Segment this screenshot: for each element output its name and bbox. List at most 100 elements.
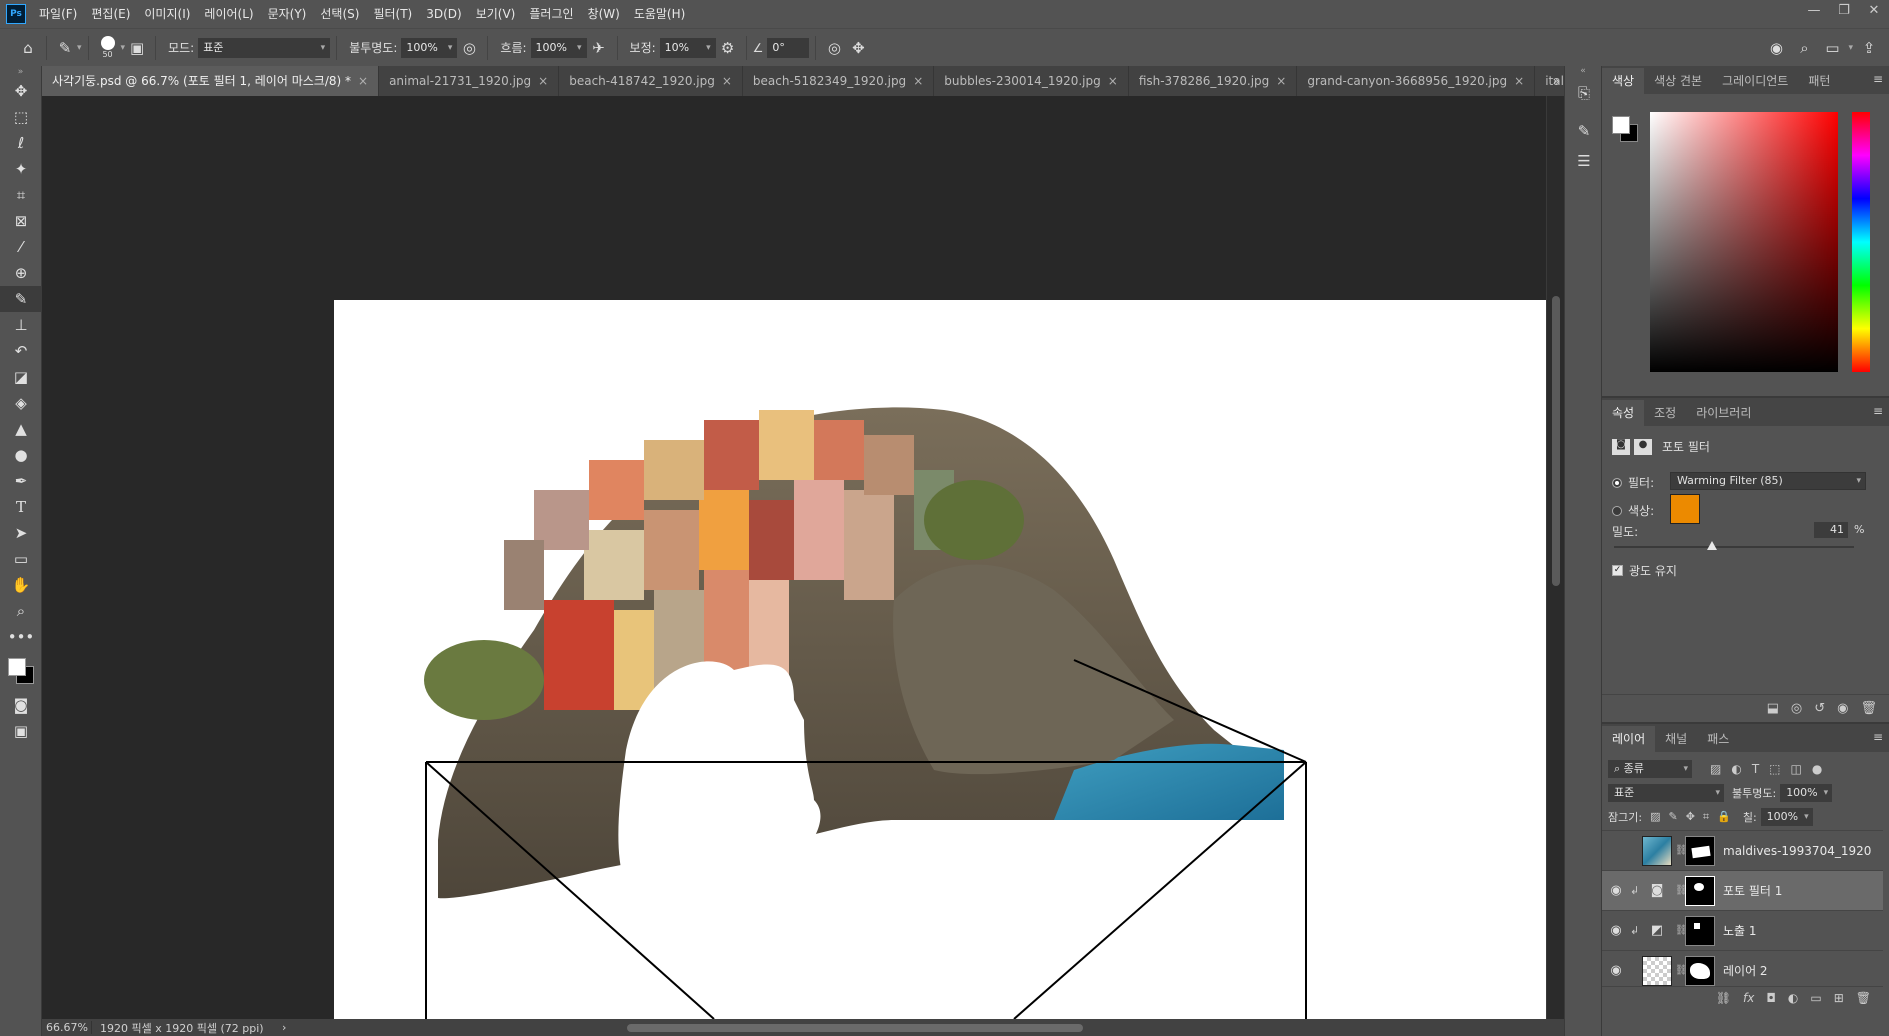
brush-size-picker[interactable]: 50	[95, 36, 121, 59]
tab-document[interactable]: beach-418742_1920.jpg ×	[559, 66, 743, 96]
crop-tool-icon[interactable]: ⌗	[0, 182, 42, 208]
stamp-tool-icon[interactable]: ⊥	[0, 312, 42, 338]
vertical-scrollbar[interactable]	[1546, 96, 1564, 1019]
zoom-tool-icon[interactable]: ⌕	[0, 598, 42, 624]
pressure-size-icon[interactable]: ◎	[822, 36, 846, 60]
menu-layer[interactable]: 레이어(L)	[197, 0, 260, 28]
lock-image-icon[interactable]: ✎	[1668, 810, 1677, 824]
filter-pixel-icon[interactable]: ▨	[1710, 762, 1721, 776]
dodge-tool-icon[interactable]: ●	[0, 442, 42, 468]
reset-icon[interactable]: ↺	[1814, 701, 1825, 716]
tab-properties[interactable]: 속성	[1602, 400, 1645, 426]
density-slider-thumb[interactable]	[1707, 541, 1718, 550]
chevron-down-icon[interactable]: ▾	[1848, 43, 1853, 53]
tab-gradients[interactable]: 그레이디언트	[1712, 68, 1798, 94]
brush-settings-icon[interactable]: ✎	[1565, 116, 1603, 146]
zoom-level[interactable]: 66.67%	[42, 1021, 92, 1034]
tab-channels[interactable]: 채널	[1655, 726, 1697, 752]
menu-type[interactable]: 문자(Y)	[261, 0, 314, 28]
layer-row[interactable]: ◉ ↲ ◩ ⛓ 노출 1	[1602, 910, 1883, 950]
brush-settings-icon[interactable]: ▣	[125, 36, 149, 60]
trash-icon[interactable]: 🗑	[1856, 991, 1871, 1005]
fill-field[interactable]: 100% ▾	[1760, 808, 1813, 826]
frame-tool-icon[interactable]: ⊠	[0, 208, 42, 234]
trash-icon[interactable]: 🗑	[1860, 701, 1877, 716]
pen-tool-icon[interactable]: ✒	[0, 468, 42, 494]
tab-document[interactable]: fish-378286_1920.jpg ×	[1128, 66, 1298, 96]
smoothing-field[interactable]: 10% ▾	[659, 37, 716, 58]
type-tool-icon[interactable]: T	[0, 494, 42, 520]
layer-mask-thumbnail[interactable]	[1685, 835, 1715, 866]
view-previous-icon[interactable]: ◎	[1791, 701, 1802, 716]
close-icon[interactable]: ×	[722, 74, 732, 88]
color-radio[interactable]	[1612, 505, 1622, 516]
tab-document[interactable]: animal-21731_1920.jpg ×	[379, 66, 560, 96]
link-icon[interactable]: ⛓	[1675, 845, 1688, 856]
panel-menu-icon[interactable]: ≡	[1873, 404, 1883, 418]
restore-button[interactable]: ❐	[1829, 0, 1859, 24]
menu-window[interactable]: 창(W)	[581, 0, 627, 28]
close-icon[interactable]: ×	[1276, 74, 1286, 88]
gear-icon[interactable]: ⚙	[716, 36, 740, 60]
menu-file[interactable]: 파일(F)	[32, 0, 84, 28]
blend-mode-select[interactable]: 표준 ▾	[1608, 784, 1724, 802]
tab-document[interactable]: grand-canyon-3668956_1920.jpg ×	[1297, 66, 1536, 96]
screen-mode-icon[interactable]: ▣	[0, 718, 42, 744]
mode-select[interactable]: 표준 ▾	[198, 37, 331, 58]
share-account-icon[interactable]: ◉	[1764, 36, 1788, 60]
camera-icon[interactable]: ◙	[1612, 438, 1630, 455]
filter-radio[interactable]	[1612, 477, 1622, 488]
close-icon[interactable]: ×	[1108, 74, 1118, 88]
adjustments-icon[interactable]: ☰	[1565, 146, 1603, 176]
marquee-tool-icon[interactable]: ⬚	[0, 104, 42, 130]
filter-toggle-icon[interactable]: ●	[1812, 762, 1822, 776]
density-slider[interactable]	[1614, 541, 1854, 550]
visibility-toggle[interactable]: ◉	[1602, 883, 1630, 898]
tab-document[interactable]: bubbles-230014_1920.jpg ×	[934, 66, 1129, 96]
lock-position-icon[interactable]: ✥	[1686, 810, 1695, 824]
healing-brush-tool-icon[interactable]: ⊕	[0, 260, 42, 286]
layer-mask-thumbnail[interactable]	[1685, 955, 1715, 986]
flow-field[interactable]: 100% ▾	[530, 37, 587, 58]
blur-tool-icon[interactable]: ▲	[0, 416, 42, 442]
rectangle-tool-icon[interactable]: ▭	[0, 546, 42, 572]
close-icon[interactable]: ×	[913, 74, 923, 88]
canvas-workspace[interactable]	[42, 96, 1546, 1019]
visibility-toggle[interactable]: ◉	[1602, 963, 1630, 978]
new-adjustment-icon[interactable]: ◐	[1788, 991, 1798, 1005]
lasso-tool-icon[interactable]: ℓ	[0, 130, 42, 156]
filter-adjustment-icon[interactable]: ◐	[1731, 762, 1741, 776]
filter-type-icon[interactable]: T	[1752, 762, 1759, 776]
color-swatches[interactable]	[0, 650, 42, 692]
tab-adjustments[interactable]: 조정	[1644, 400, 1686, 426]
share-icon[interactable]: ⇪	[1857, 36, 1881, 60]
status-arrow-icon[interactable]: ›	[282, 1021, 286, 1034]
link-icon[interactable]: ⛓	[1675, 925, 1688, 936]
menu-image[interactable]: 이미지(I)	[137, 0, 197, 28]
hand-tool-icon[interactable]: ✋	[0, 572, 42, 598]
color-field[interactable]	[1650, 112, 1838, 372]
visibility-toggle[interactable]: ◉	[1602, 843, 1630, 858]
lock-artboard-icon[interactable]: ⌗	[1703, 810, 1709, 824]
filter-smart-object-icon[interactable]: ◫	[1791, 762, 1802, 776]
layer-opacity-field[interactable]: 100% ▾	[1780, 784, 1833, 802]
link-icon[interactable]: ⛓	[1675, 965, 1688, 976]
menu-plugins[interactable]: 플러그인	[522, 0, 580, 28]
symmetry-icon[interactable]: ✥	[846, 36, 870, 60]
menu-filter[interactable]: 필터(T)	[366, 0, 419, 28]
panel-menu-icon[interactable]: ≡	[1873, 72, 1883, 86]
preserve-luminosity-checkbox[interactable]: ✓	[1612, 565, 1623, 576]
collapse-icon[interactable]: «	[1565, 66, 1601, 78]
horizontal-scrollbar-thumb[interactable]	[627, 1024, 1083, 1032]
move-tool-icon[interactable]: ✥	[0, 78, 42, 104]
filter-select[interactable]: Warming Filter (85) ▾	[1670, 472, 1866, 490]
menu-help[interactable]: 도움말(H)	[627, 0, 693, 28]
tab-libraries[interactable]: 라이브러리	[1686, 400, 1761, 426]
close-icon[interactable]: ×	[358, 74, 368, 88]
angle-field[interactable]: 0°	[767, 37, 810, 58]
close-icon[interactable]: ×	[1514, 74, 1524, 88]
close-window-button[interactable]: ✕	[1859, 0, 1889, 24]
tab-document[interactable]: 사각기둥.psd @ 66.7% (포토 필터 1, 레이어 마스크/8) * ×	[42, 66, 380, 96]
link-icon[interactable]: ⛓	[1675, 885, 1688, 896]
pressure-opacity-icon[interactable]: ◎	[457, 36, 481, 60]
